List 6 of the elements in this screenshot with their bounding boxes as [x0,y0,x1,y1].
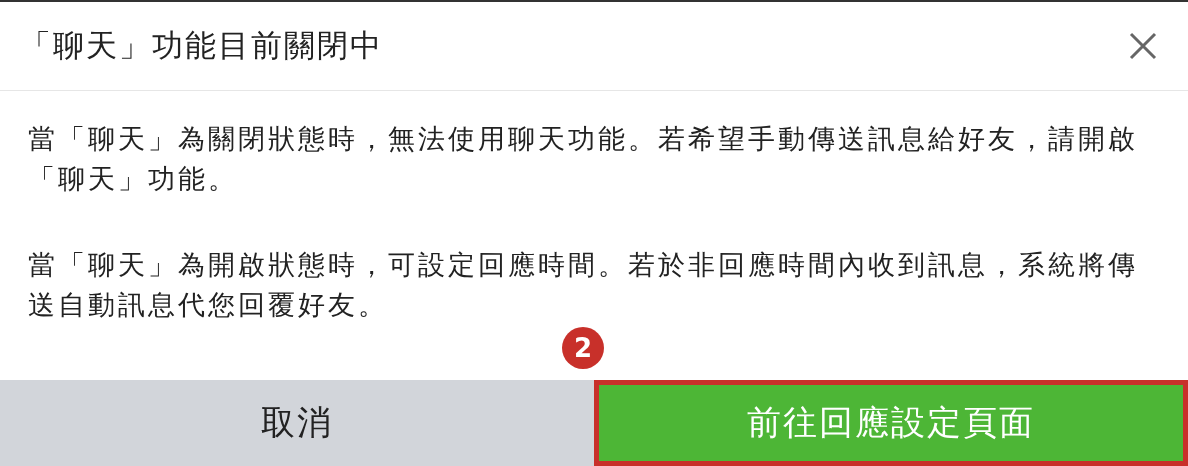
message-text: 當「聊天」為開啟狀態時，可設定回應時間。若於非回應時間內收到訊息，系統將傳送自動訊息代您回覆好友。 [28,248,1139,322]
message-text: 當「聊天」為關閉狀態時，無法使用聊天功能。若希望手動傳送訊息給好友，請開啟「聊天」功能。 [28,122,1139,196]
cancel-button[interactable]: 取消 [0,380,594,466]
step-badge: 2 [562,327,604,369]
dialog-title: 「聊天」功能目前關閉中 [20,26,383,65]
close-icon[interactable] [1128,31,1158,61]
